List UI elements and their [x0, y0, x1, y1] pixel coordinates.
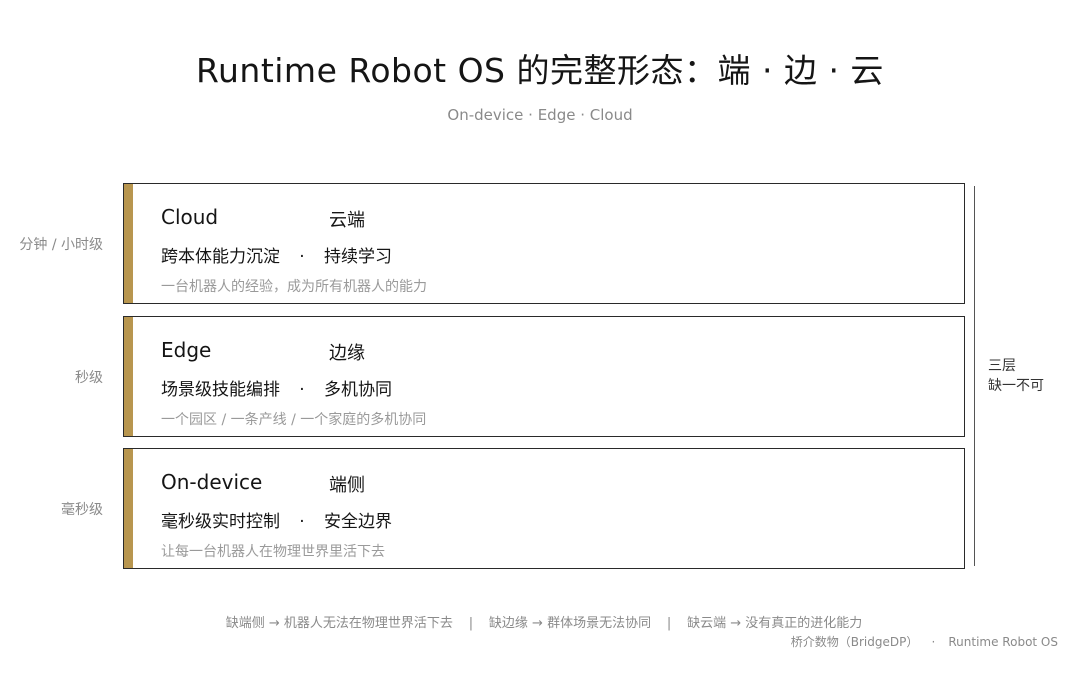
accent-bar: [124, 317, 133, 436]
footer-item-edge: 缺边缘 → 群体场景无法协同: [488, 616, 652, 631]
footer-separator: |: [666, 616, 672, 631]
capability-2: 多机协同: [324, 380, 392, 400]
capability-2: 安全边界: [324, 512, 392, 532]
side-bracket-line: [974, 186, 975, 566]
footer-summary: 缺端侧 → 机器人无法在物理世界活下去 | 缺边缘 → 群体场景无法协同 | 缺云端 →…: [0, 612, 1080, 631]
capability-1: 跨本体能力沉淀: [161, 247, 280, 267]
capability-1: 场景级技能编排: [161, 380, 280, 400]
layer-on-device: On-device 端侧 毫秒级实时控制 · 安全边界 让每一台机器人在物理世界里活…: [123, 448, 965, 569]
page-title: Runtime Robot OS 的完整形态：端 · 边 · 云: [196, 51, 884, 90]
layer-cn-name: 云端: [329, 210, 365, 231]
credit-author: 桥介数物（BridgeDP）: [790, 635, 919, 649]
layer-capabilities: 毫秒级实时控制 · 安全边界: [161, 507, 392, 532]
side-label: 三层 缺一不可: [988, 356, 1044, 396]
layer-capabilities: 跨本体能力沉淀 · 持续学习: [161, 242, 392, 267]
layer-description: 一台机器人的经验，成为所有机器人的能力: [161, 279, 427, 295]
capability-2: 持续学习: [324, 247, 392, 267]
dot-separator: ·: [299, 247, 305, 267]
accent-bar: [124, 184, 133, 303]
layer-cn-name: 边缘: [329, 343, 365, 364]
layer-edge: Edge 边缘 场景级技能编排 · 多机协同 一个园区 / 一条产线 / 一个家庭的…: [123, 316, 965, 437]
layer-description: 一个园区 / 一条产线 / 一个家庭的多机协同: [161, 412, 427, 428]
timescale-edge: 秒级: [75, 370, 103, 386]
page-subtitle: On-device · Edge · Cloud: [447, 106, 633, 124]
capability-1: 毫秒级实时控制: [161, 512, 280, 532]
footer-item-on-device: 缺端侧 → 机器人无法在物理世界活下去: [225, 616, 453, 631]
footer-separator: |: [468, 616, 474, 631]
side-label-line2: 缺一不可: [988, 378, 1044, 394]
layer-cloud: Cloud 云端 跨本体能力沉淀 · 持续学习 一台机器人的经验，成为所有机器人的能…: [123, 183, 965, 304]
credit-product: Runtime Robot OS: [948, 635, 1058, 649]
timescale-cloud: 分钟 / 小时级: [19, 237, 103, 253]
layer-capabilities: 场景级技能编排 · 多机协同: [161, 375, 392, 400]
layer-cn-name: 端侧: [329, 475, 365, 496]
credit-dot: ·: [931, 635, 936, 649]
credit-line: 桥介数物（BridgeDP） · Runtime Robot OS: [791, 633, 1058, 650]
layer-description: 让每一台机器人在物理世界里活下去: [161, 544, 385, 560]
layer-name: On-device: [161, 470, 263, 494]
accent-bar: [124, 449, 133, 568]
layer-name: Cloud: [161, 205, 219, 229]
dot-separator: ·: [299, 512, 305, 532]
side-label-line1: 三层: [988, 358, 1016, 374]
footer-item-cloud: 缺云端 → 没有真正的进化能力: [687, 616, 863, 631]
timescale-on-device: 毫秒级: [61, 502, 103, 518]
layer-name: Edge: [161, 338, 212, 362]
dot-separator: ·: [299, 380, 305, 400]
